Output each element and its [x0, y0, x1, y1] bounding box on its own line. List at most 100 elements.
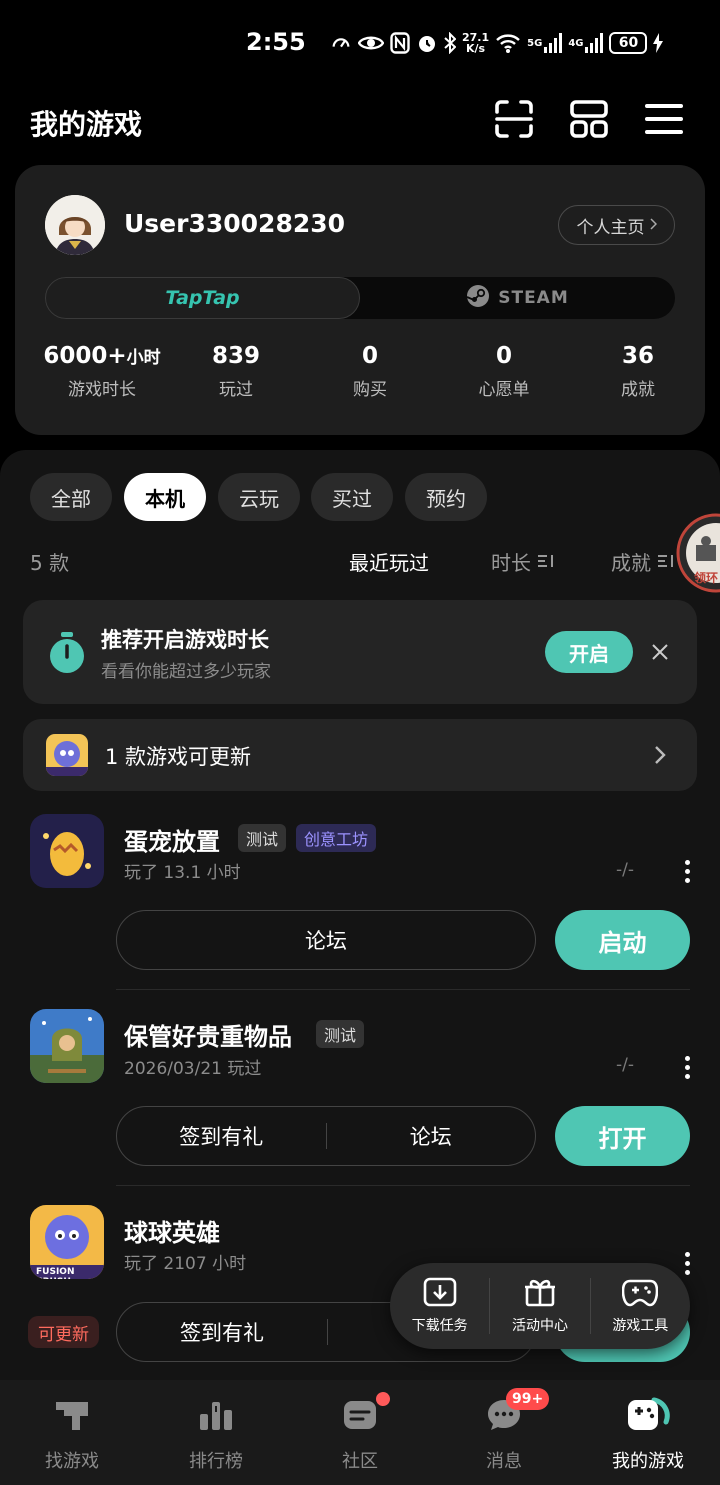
game-achievement-progress: -/- [616, 1055, 634, 1075]
sort-duration[interactable]: 时长 [491, 547, 555, 576]
community-icon [341, 1396, 379, 1439]
forum-label: 论坛 [305, 929, 347, 953]
sort-duration-label: 时长 [491, 551, 531, 575]
steam-icon [466, 284, 490, 313]
sort-recent[interactable]: 最近玩过 [349, 547, 429, 576]
game-thumb-icon [46, 734, 88, 776]
steam-label: STEAM [498, 288, 569, 308]
nav-ranking[interactable]: 排行榜 [144, 1380, 288, 1485]
more-icon[interactable] [685, 1252, 691, 1279]
floating-reward-label: 领环 [694, 571, 719, 585]
username: User330028230 [124, 209, 346, 238]
divider [116, 989, 690, 990]
stat-wishlist[interactable]: 0 心愿单 [437, 343, 571, 400]
nav-label: 我的游戏 [612, 1451, 684, 1472]
chevron-right-icon [649, 215, 657, 235]
banner-title: 推荐开启游戏时长 [101, 628, 269, 652]
floating-reward-widget[interactable]: 领环 [676, 513, 720, 593]
nav-label: 排行榜 [189, 1451, 243, 1472]
filter-reserved[interactable]: 预约 [405, 473, 487, 521]
nav-find-games[interactable]: 找游戏 [0, 1380, 144, 1485]
speedometer-icon [330, 32, 352, 54]
sort-icon [537, 550, 555, 574]
game-icon-ballhero[interactable]: FUSION CRUSH [30, 1205, 104, 1279]
game-last-played: 2026/03/21 玩过 [124, 1059, 262, 1079]
nfc-icon [390, 32, 410, 54]
checkin-button[interactable]: 签到有礼 [117, 1317, 327, 1347]
more-icon[interactable] [685, 1056, 691, 1083]
battery-icon: 60 [609, 32, 648, 54]
stat-played[interactable]: 839 玩过 [169, 343, 303, 400]
bottom-nav: 找游戏 排行榜 社区 99+ 消息 我的游戏 [0, 1380, 720, 1485]
separator [327, 1319, 328, 1345]
sort-achievement-label: 成就 [611, 551, 651, 575]
game-playtime: 玩了 2107 小时 [124, 1254, 247, 1274]
nav-label: 找游戏 [45, 1451, 99, 1472]
taptap-icon [53, 1396, 91, 1439]
message-count-badge: 99+ [506, 1388, 550, 1410]
homepage-button[interactable]: 个人主页 [558, 205, 675, 245]
wifi-icon [495, 32, 521, 54]
download-tasks-button[interactable]: 下载任务 [390, 1277, 489, 1335]
update-row[interactable]: 1 款游戏可更新 [23, 719, 697, 791]
stat-achievements[interactable]: 36 成就 [571, 343, 705, 400]
sort-achievement[interactable]: 成就 [611, 547, 675, 576]
more-icon[interactable] [685, 860, 691, 887]
filter-cloud[interactable]: 云玩 [218, 473, 300, 521]
playtime-banner: 推荐开启游戏时长 看看你能超过多少玩家 开启 [23, 600, 697, 704]
net-speed: 27.1 K/s [462, 31, 490, 55]
bluetooth-icon [444, 32, 456, 54]
update-text: 1 款游戏可更新 [105, 745, 252, 769]
game-tools-button[interactable]: 游戏工具 [591, 1277, 690, 1335]
tag-test: 测试 [238, 824, 287, 852]
stat-purchased[interactable]: 0 购买 [303, 343, 437, 400]
banner-subtitle: 看看你能超过多少玩家 [101, 662, 271, 682]
profile-card: User330028230 个人主页 TapTap STEAM 6000+小时 … [15, 165, 705, 435]
scan-icon[interactable] [493, 98, 535, 140]
page-title: 我的游戏 [30, 108, 143, 141]
open-button[interactable]: 打开 [555, 1106, 690, 1166]
nav-my-games[interactable]: 我的游戏 [576, 1380, 720, 1485]
game-icon-text: FUSION CRUSH [36, 1267, 75, 1279]
homepage-label: 个人主页 [576, 217, 645, 238]
tag-workshop[interactable]: 创意工坊 [296, 824, 377, 852]
nav-label: 消息 [486, 1451, 522, 1472]
filter-local[interactable]: 本机 [124, 473, 206, 521]
alarm-icon [416, 32, 438, 54]
game-title[interactable]: 球球英雄 [124, 1213, 220, 1248]
filter-bought[interactable]: 买过 [311, 473, 393, 521]
avatar[interactable] [45, 195, 105, 255]
signal-4g-icon: 4G [568, 33, 604, 53]
stat-playtime[interactable]: 6000+小时 游戏时长 [35, 343, 169, 400]
menu-icon[interactable] [643, 98, 685, 140]
signal-5g-icon: 5G [527, 33, 563, 53]
tab-taptap[interactable]: TapTap [45, 277, 360, 319]
tab-steam[interactable]: STEAM [360, 277, 675, 319]
game-tools-label: 游戏工具 [612, 1318, 669, 1334]
forum-button[interactable]: 论坛 [327, 1121, 536, 1151]
enable-button[interactable]: 开启 [545, 631, 633, 673]
game-count: 5 款 [30, 551, 70, 575]
close-icon[interactable] [651, 643, 669, 665]
nav-community[interactable]: 社区 [288, 1380, 432, 1485]
game-title[interactable]: 蛋宠放置 [124, 822, 220, 857]
grid-icon[interactable] [568, 98, 610, 140]
filter-all[interactable]: 全部 [30, 473, 112, 521]
nav-messages[interactable]: 99+ 消息 [432, 1380, 576, 1485]
forum-button[interactable]: 论坛 [116, 910, 536, 970]
game-icon-valuables[interactable] [30, 1009, 104, 1083]
tag-test: 测试 [316, 1020, 365, 1048]
notification-dot [376, 1392, 390, 1406]
launch-button[interactable]: 启动 [555, 910, 690, 970]
game-title[interactable]: 保管好贵重物品 [124, 1017, 292, 1052]
app-root: { "status_bar": {"time": "2:55", "net_sp… [0, 0, 720, 1485]
game-achievement-progress: -/- [616, 860, 634, 880]
activity-center-button[interactable]: 活动中心 [490, 1277, 589, 1335]
sort-icon [657, 550, 675, 574]
activity-center-label: 活动中心 [511, 1318, 568, 1334]
gift-icon [524, 1277, 556, 1311]
checkin-button[interactable]: 签到有礼 [117, 1121, 326, 1151]
ranking-icon [197, 1396, 235, 1439]
game-icon-egg[interactable] [30, 814, 104, 888]
chevron-right-icon [654, 745, 666, 769]
